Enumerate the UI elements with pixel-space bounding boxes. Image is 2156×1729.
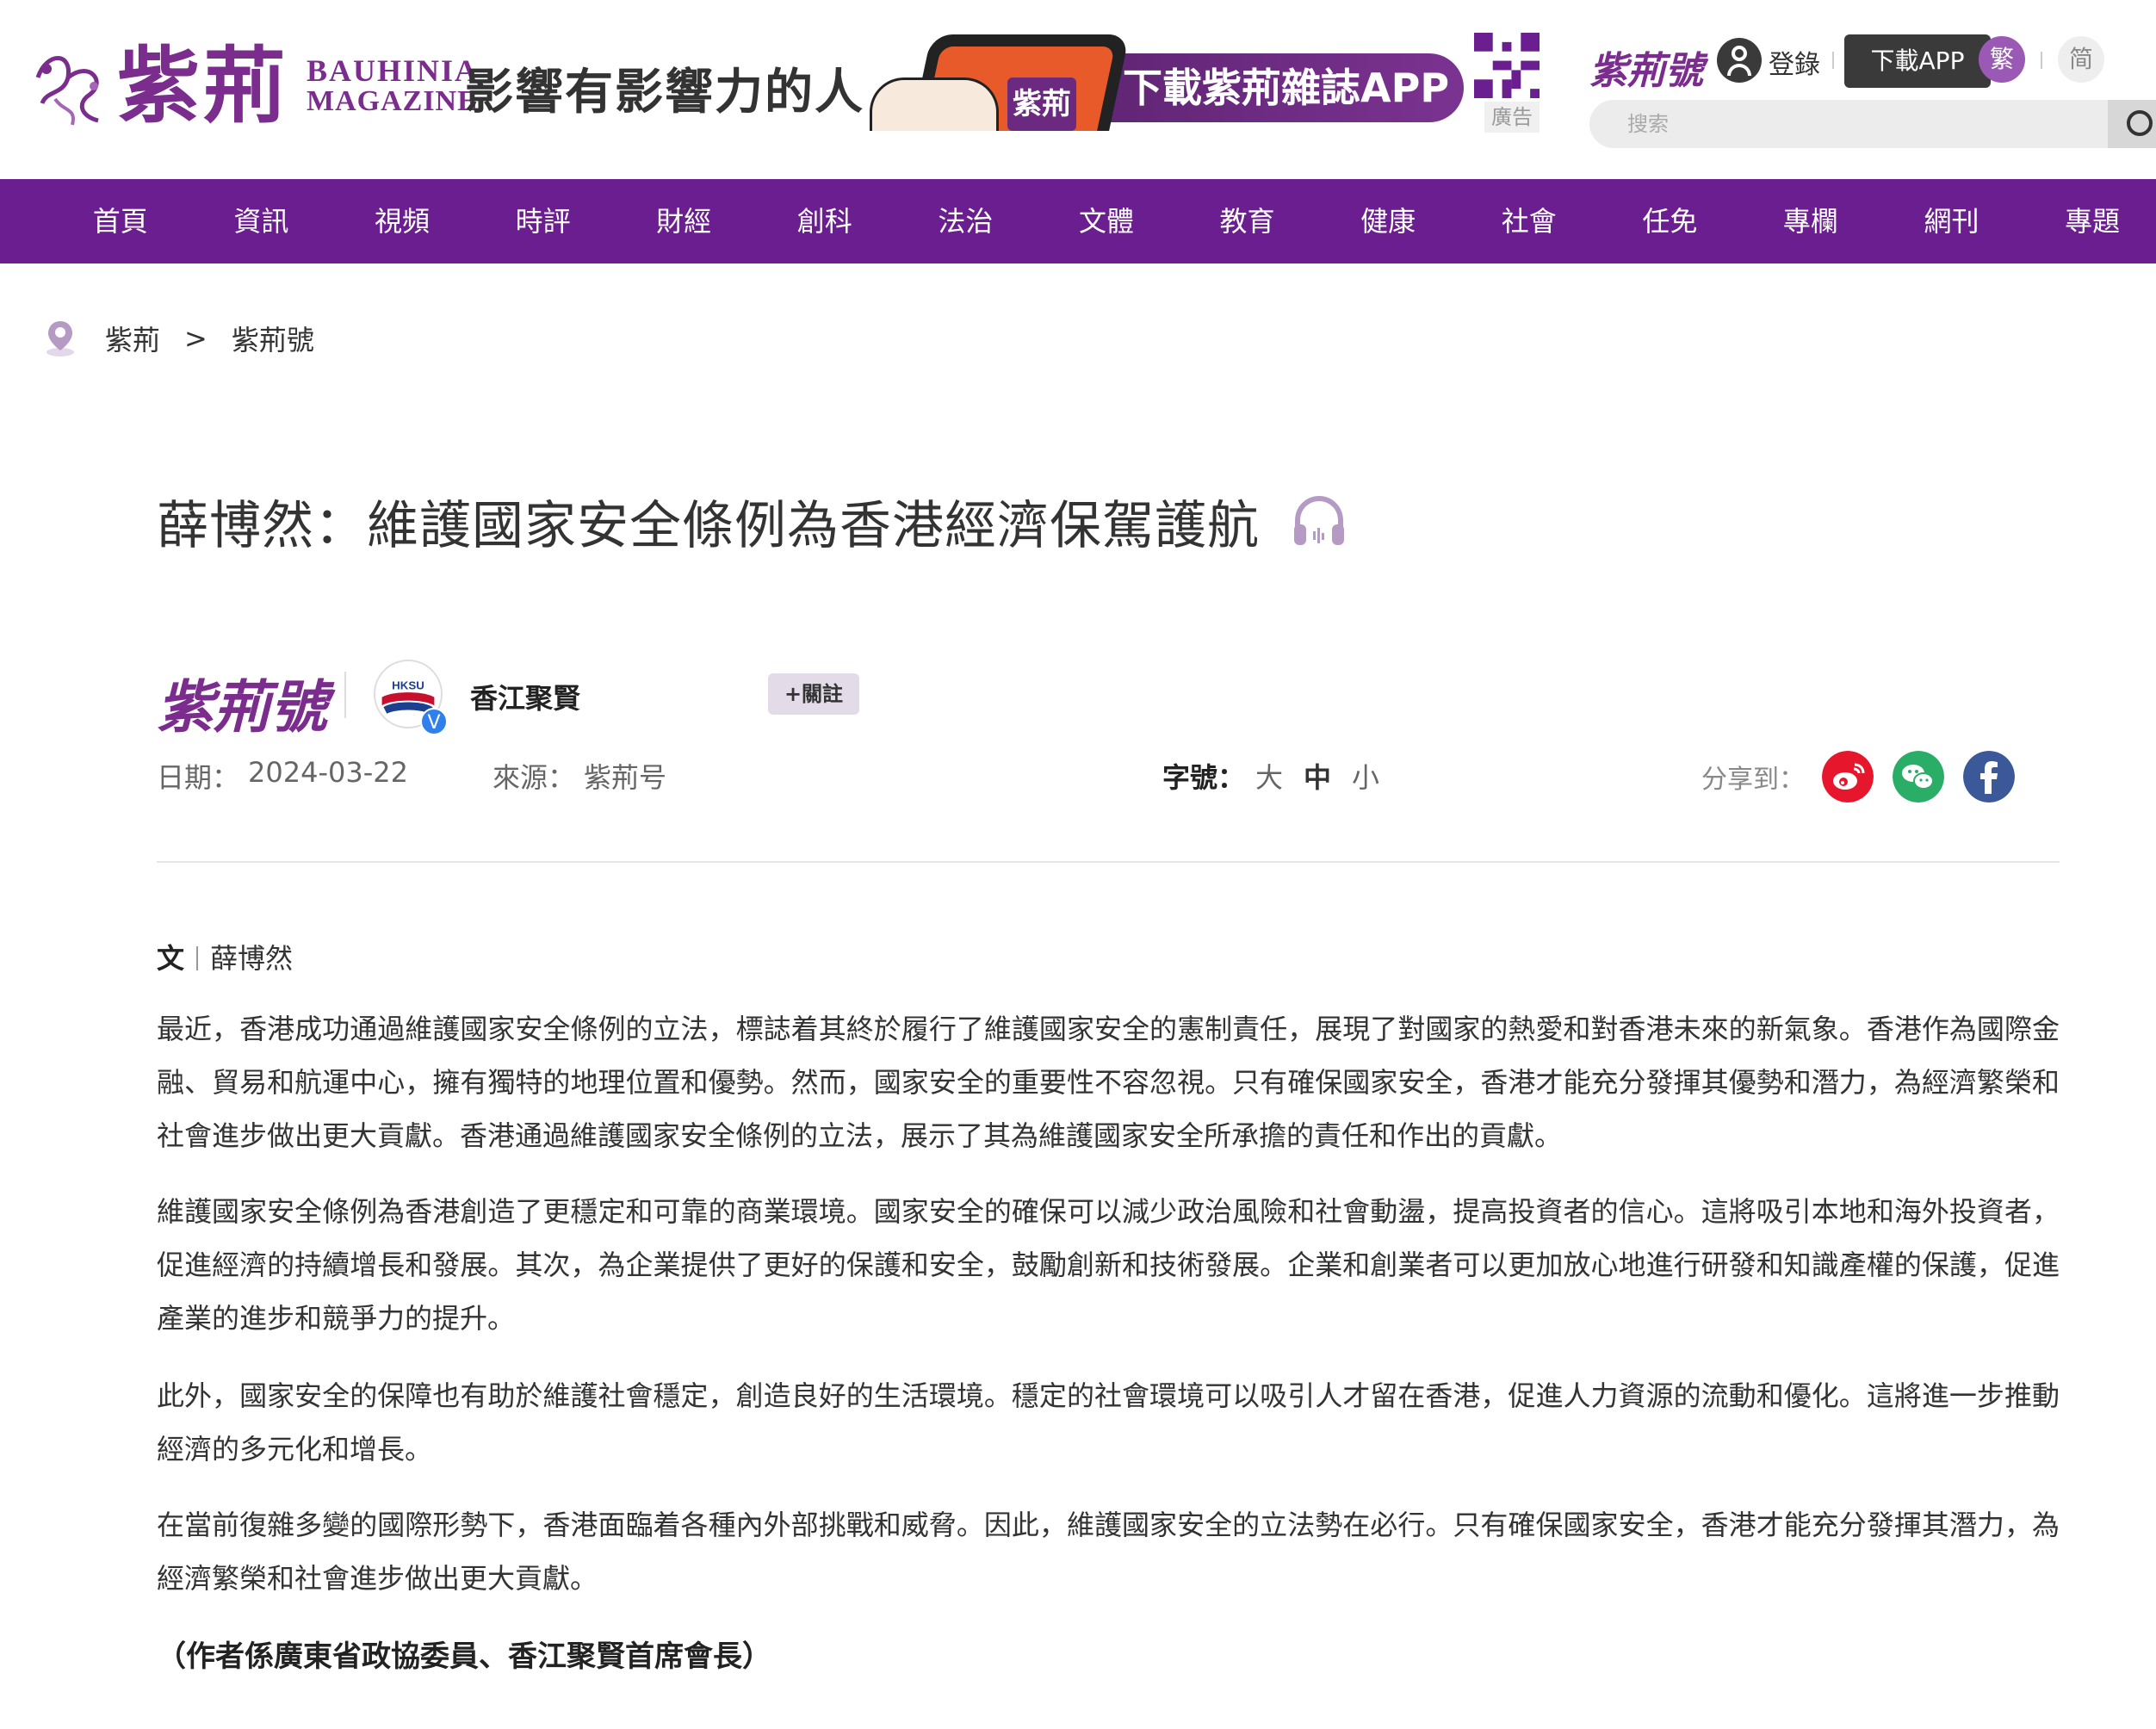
logo-english-line2: MAGAZINE bbox=[307, 85, 478, 117]
author-divider bbox=[344, 672, 346, 718]
traditional-chinese-toggle[interactable]: 繁 bbox=[1979, 36, 2025, 83]
search-icon[interactable] bbox=[2108, 100, 2156, 148]
header-divider bbox=[157, 861, 2060, 863]
author-note: （作者係廣東省政協委員、香江聚賢首席會長） bbox=[157, 1639, 771, 1674]
header-separator bbox=[2041, 52, 2042, 69]
simplified-chinese-toggle[interactable]: 简 bbox=[2058, 36, 2104, 83]
bauhinia-flower-icon bbox=[35, 56, 99, 126]
wechat-icon[interactable] bbox=[1893, 751, 1944, 803]
breadcrumb-item-home[interactable]: 紫荊 bbox=[105, 319, 160, 358]
ad-label: 廣告 bbox=[1484, 102, 1540, 133]
date-label: 日期： bbox=[157, 761, 240, 794]
nav-item-appointments[interactable]: 任免 bbox=[1600, 179, 1741, 263]
byline: 文薛博然 bbox=[157, 937, 293, 976]
font-size-large[interactable]: 大 bbox=[1255, 756, 1283, 796]
ad-text: 下載紫荊雜誌APP bbox=[1068, 53, 1464, 122]
article-paragraph: 在當前復雜多變的國際形勢下，香港面臨着各種內外部挑戰和威脅。因此，維護國家安全的… bbox=[157, 1509, 2060, 1595]
facebook-icon[interactable] bbox=[1963, 751, 2015, 803]
logo-english-text: BAUHINIA MAGAZINE bbox=[307, 55, 479, 117]
source-value: 紫荊号 bbox=[584, 761, 667, 794]
app-download-ad[interactable]: 下載紫荊雜誌APP 紫荊 bbox=[870, 34, 1464, 131]
zijinghao-link[interactable]: 紫荊號 bbox=[1589, 40, 1703, 95]
user-icon[interactable] bbox=[1717, 38, 1762, 83]
site-logo[interactable]: 紫荊 BAUHINIA MAGAZINE bbox=[29, 43, 479, 129]
nav-item-commentary[interactable]: 時評 bbox=[473, 179, 614, 263]
byline-prefix: 文 bbox=[157, 942, 185, 975]
nav-item-education[interactable]: 教育 bbox=[1177, 179, 1318, 263]
breadcrumb: 紫荊 > 紫荊號 bbox=[45, 319, 314, 358]
byline-author: 薛博然 bbox=[210, 942, 294, 975]
nav-item-home[interactable]: 首頁 bbox=[50, 179, 191, 263]
location-pin-icon bbox=[46, 321, 74, 356]
breadcrumb-item-current[interactable]: 紫荊號 bbox=[232, 319, 314, 358]
login-link[interactable]: 登錄 bbox=[1769, 43, 1820, 81]
site-slogan: 影響有影響力的人 bbox=[465, 65, 864, 121]
share-label: 分享到： bbox=[1701, 765, 1805, 795]
nav-item-topics[interactable]: 專題 bbox=[2022, 179, 2156, 263]
logo-chinese-text: 紫荊 bbox=[117, 37, 289, 134]
nav-item-columns[interactable]: 專欄 bbox=[1740, 179, 1881, 263]
nav-item-society[interactable]: 社會 bbox=[1459, 179, 1600, 263]
breadcrumb-separator: > bbox=[184, 322, 208, 355]
nav-item-health[interactable]: 健康 bbox=[1317, 179, 1459, 263]
byline-divider bbox=[196, 946, 199, 970]
logo-english-line1: BAUHINIA bbox=[307, 53, 480, 88]
zijinghao-channel-logo[interactable]: 紫荊號 bbox=[157, 661, 327, 744]
nav-item-innovation[interactable]: 創科 bbox=[754, 179, 895, 263]
nav-item-e-magazine[interactable]: 網刊 bbox=[1881, 179, 2023, 263]
date-value: 2024-03-22 bbox=[248, 756, 408, 789]
author-name[interactable]: 香江聚賢 bbox=[470, 677, 580, 716]
nav-item-finance[interactable]: 財經 bbox=[613, 179, 754, 263]
qr-code-icon[interactable] bbox=[1474, 31, 1540, 100]
download-app-button[interactable]: 下載APP bbox=[1844, 34, 1991, 88]
nav-item-law[interactable]: 法治 bbox=[895, 179, 1037, 263]
site-header: 紫荊 BAUHINIA MAGAZINE 影響有影響力的人 下載紫荊雜誌APP … bbox=[0, 0, 2156, 179]
article-title-row: 薛博然：維護國家安全條例為香港經濟保駕護航 bbox=[157, 484, 1348, 559]
verified-badge: V bbox=[420, 708, 448, 735]
font-size-medium[interactable]: 中 bbox=[1304, 756, 1331, 796]
search-input[interactable] bbox=[1589, 100, 2115, 148]
follow-button[interactable]: +關註 bbox=[768, 673, 859, 715]
nav-item-video[interactable]: 視頻 bbox=[331, 179, 473, 263]
article-paragraph: 維護國家安全條例為香港創造了更穩定和可靠的商業環境。國家安全的確保可以減少政治風… bbox=[157, 1195, 2060, 1335]
nav-item-news[interactable]: 資訊 bbox=[191, 179, 332, 263]
font-size-label: 字號： bbox=[1162, 761, 1246, 794]
font-size-small[interactable]: 小 bbox=[1352, 756, 1379, 796]
source-label: 來源： bbox=[493, 761, 576, 794]
article-paragraph: 此外，國家安全的保障也有助於維護社會穩定，創造良好的生活環境。穩定的社會環境可以… bbox=[157, 1379, 2060, 1466]
weibo-icon[interactable] bbox=[1822, 751, 1874, 803]
article-paragraph: 最近，香港成功通過維護國家安全條例的立法，標誌着其終於履行了維護國家安全的憲制責… bbox=[157, 1013, 2060, 1152]
avatar-text: HKSU bbox=[392, 679, 424, 691]
header-separator bbox=[1832, 52, 1834, 69]
article-title: 薛博然：維護國家安全條例為香港經濟保駕護航 bbox=[157, 496, 1260, 556]
main-nav: 首頁 資訊 視頻 時評 財經 創科 法治 文體 教育 健康 社會 任免 專欄 網… bbox=[0, 179, 2156, 263]
ad-phone-logo: 紫荊 bbox=[1007, 77, 1076, 131]
nav-item-culture-sports[interactable]: 文體 bbox=[1036, 179, 1177, 263]
headphone-icon[interactable] bbox=[1291, 493, 1348, 550]
hand-icon bbox=[870, 77, 999, 131]
